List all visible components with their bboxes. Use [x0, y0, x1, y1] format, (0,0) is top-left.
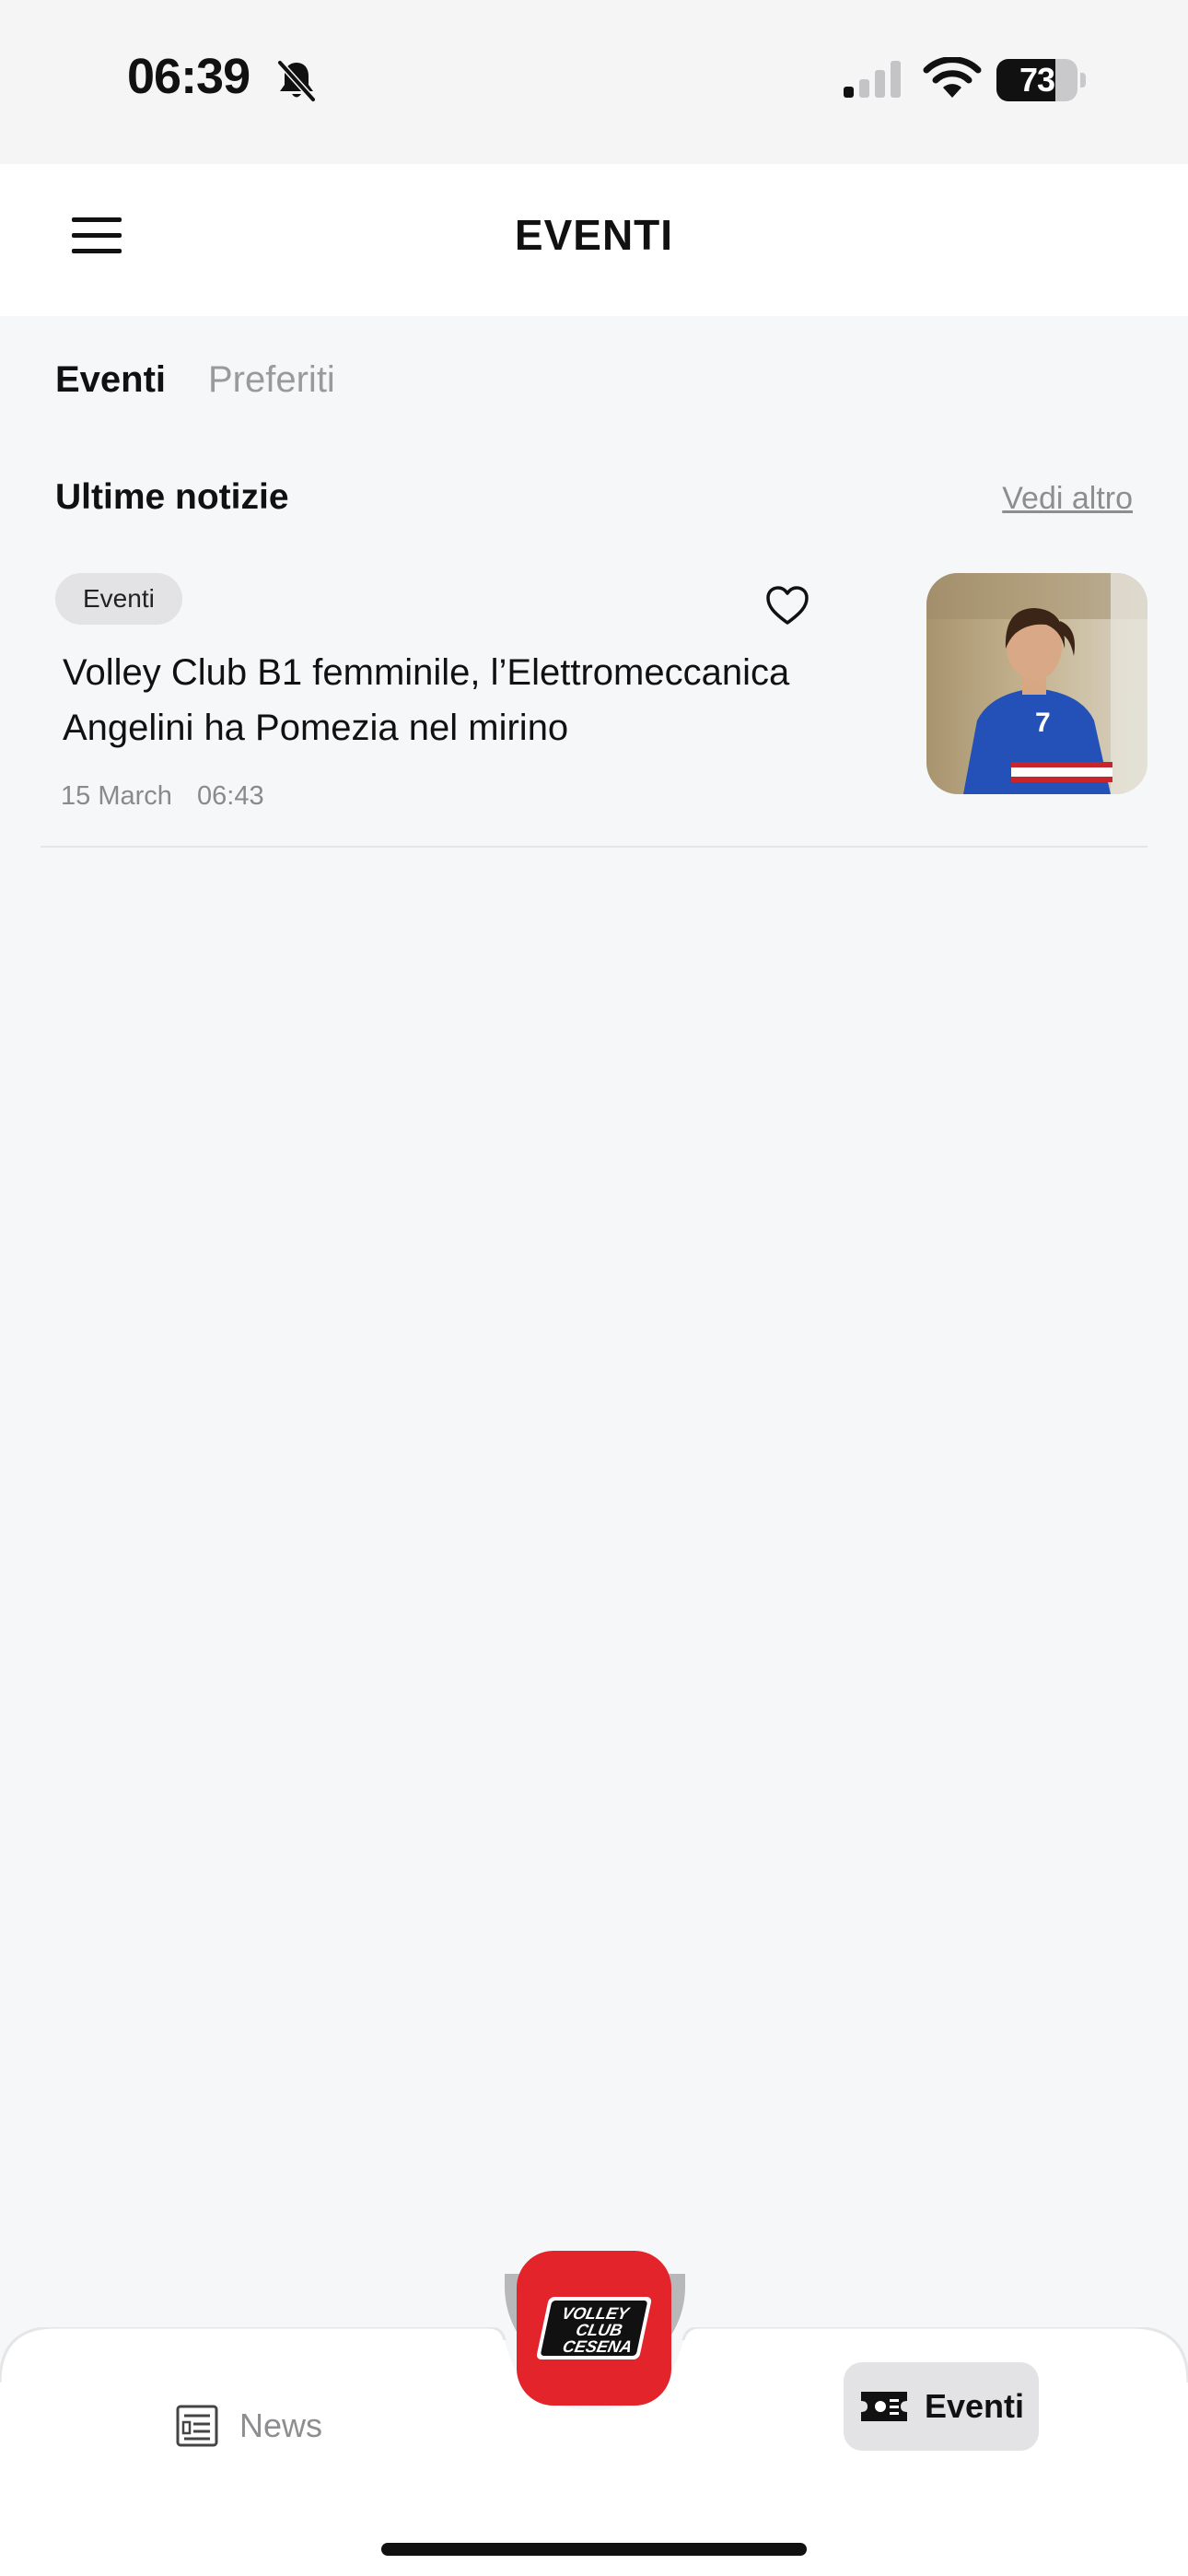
divider — [41, 846, 1147, 848]
tab-preferiti[interactable]: Preferiti — [208, 359, 335, 401]
nav-tab-eventi[interactable]: Eventi — [844, 2362, 1039, 2451]
see-more-link[interactable]: Vedi altro — [1002, 481, 1133, 517]
logo-text-line: CESENA — [561, 2337, 634, 2356]
nav-tab-news[interactable]: News — [175, 2392, 322, 2460]
ticket-icon — [860, 2392, 907, 2421]
logo-text-line: CLUB — [574, 2321, 623, 2339]
news-title-line: Volley Club B1 femminile, l’Elettromecca… — [63, 652, 790, 693]
news-date: 15 March — [61, 781, 172, 811]
page-title: EVENTI — [514, 211, 674, 259]
svg-text:7: 7 — [1035, 708, 1051, 738]
status-time: 06:39 — [127, 49, 250, 104]
heart-outline-icon[interactable] — [764, 584, 810, 626]
bell-slash-icon — [277, 60, 316, 102]
tab-eventi[interactable]: Eventi — [55, 359, 166, 401]
logo-text-line: VOLLEY — [560, 2304, 632, 2323]
nav-label-eventi: Eventi — [924, 2387, 1025, 2425]
news-thumbnail: 7 — [926, 573, 1147, 794]
app-header: EVENTI — [0, 164, 1188, 316]
team-logo-mark: VOLLEY CLUB CESENA — [536, 2297, 652, 2359]
cellular-signal-icon — [844, 61, 901, 98]
news-time: 06:43 — [197, 781, 264, 811]
news-title-line: Angelini ha Pomezia nel mirino — [63, 708, 569, 748]
status-bar: 06:39 73 — [0, 0, 1188, 164]
volley-club-cesena-logo[interactable]: VOLLEY CLUB CESENA — [517, 2251, 671, 2406]
battery-level: 73 — [1019, 61, 1055, 99]
newspaper-icon — [176, 2405, 218, 2447]
news-card[interactable]: Eventi Volley Club B1 femminile, l’Elett… — [41, 564, 1147, 848]
nav-label-news: News — [239, 2406, 323, 2444]
category-badge: Eventi — [55, 573, 182, 625]
battery-icon: 73 — [996, 59, 1086, 101]
news-title: Volley Club B1 femminile, l’Elettromecca… — [63, 645, 891, 755]
home-indicator — [381, 2543, 807, 2556]
volleyball-player-photo: 7 — [926, 573, 1147, 794]
section-title: Ultime notizie — [55, 477, 289, 517]
wifi-icon — [923, 57, 982, 98]
